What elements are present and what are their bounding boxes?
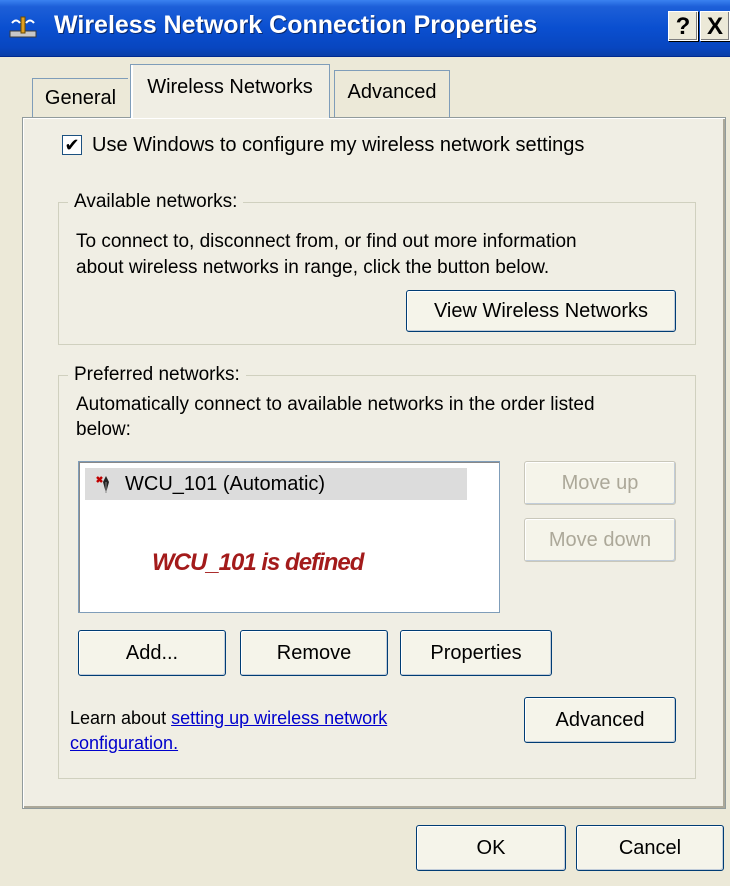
tab-advanced[interactable]: Advanced	[334, 70, 450, 118]
available-networks-description-line2: about wireless networks in range, click …	[76, 257, 550, 278]
available-networks-description-line1: To connect to, disconnect from, or find …	[76, 231, 577, 252]
tab-wireless-networks[interactable]: Wireless Networks	[130, 64, 330, 118]
annotation-text: WCU_101 is defined	[152, 549, 364, 576]
setup-wireless-link[interactable]: setting up wireless network	[171, 708, 387, 728]
close-button[interactable]: X	[700, 11, 730, 41]
add-button[interactable]: Add...	[78, 630, 226, 676]
use-windows-config-label[interactable]: Use Windows to configure my wireless net…	[92, 134, 584, 157]
learn-about-line1: Learn about setting up wireless network	[70, 708, 387, 729]
move-down-button[interactable]: Move down	[524, 518, 676, 562]
move-up-button[interactable]: Move up	[524, 461, 676, 505]
available-networks-legend: Available networks:	[68, 191, 244, 213]
setup-wireless-link-continued[interactable]: configuration.	[70, 733, 178, 753]
ok-button[interactable]: OK	[416, 825, 566, 871]
advanced-button[interactable]: Advanced	[524, 697, 676, 743]
remove-button[interactable]: Remove	[240, 630, 388, 676]
preferred-networks-description-line2: below:	[76, 419, 131, 440]
properties-button[interactable]: Properties	[400, 630, 552, 676]
preferred-networks-description-line1: Automatically connect to available netwo…	[76, 394, 595, 415]
view-wireless-networks-button[interactable]: View Wireless Networks	[406, 290, 676, 332]
learn-about-line2: configuration.	[70, 733, 178, 754]
preferred-networks-list[interactable]: WCU_101 (Automatic)	[78, 461, 500, 613]
list-item-label: WCU_101 (Automatic)	[125, 472, 326, 495]
use-windows-config-row[interactable]: ✔ Use Windows to configure my wireless n…	[62, 130, 584, 160]
list-item[interactable]: WCU_101 (Automatic)	[85, 468, 467, 500]
title-bar: Wireless Network Connection Properties ?…	[0, 0, 730, 57]
wireless-network-icon	[96, 476, 109, 493]
learn-about-text: Learn about	[70, 708, 172, 728]
cancel-button[interactable]: Cancel	[576, 825, 724, 871]
tab-general[interactable]: General	[32, 78, 128, 118]
use-windows-config-checkbox[interactable]: ✔	[62, 135, 82, 155]
window-title: Wireless Network Connection Properties	[54, 11, 538, 39]
preferred-networks-legend: Preferred networks:	[68, 364, 246, 386]
network-connection-icon	[9, 16, 37, 38]
help-button[interactable]: ?	[668, 11, 698, 41]
